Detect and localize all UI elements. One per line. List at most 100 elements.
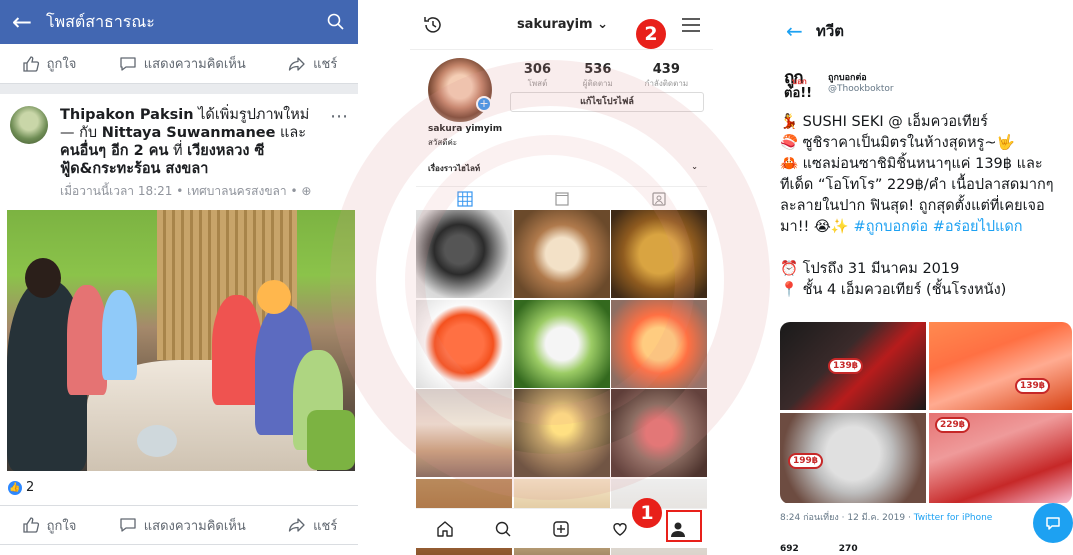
stat-posts[interactable]: 306 โพสต์ (524, 62, 551, 90)
like-button[interactable]: ถูกใจ (21, 515, 77, 536)
profile-stats: 306 โพสต์ 536 ผู้ติดตาม 439 กำลังติดตาม (508, 62, 704, 90)
like-label: ถูกใจ (46, 518, 77, 534)
stat-label: กำลังติดตาม (644, 79, 689, 88)
promo-line: ⏰ โปรถึง 31 มีนาคม 2019 (780, 261, 960, 277)
tweet-counts: 692 270 (780, 544, 858, 554)
price-tag: 229฿ (935, 417, 971, 433)
post-photo[interactable] (7, 210, 355, 471)
like-reaction-icon: 👍 (8, 480, 22, 495)
share-label: แชร์ (313, 57, 338, 72)
stat-label: โพสต์ (527, 79, 548, 88)
grid-photo[interactable] (611, 299, 707, 388)
like-button[interactable]: ถูกใจ (21, 53, 76, 74)
grid-photo[interactable] (416, 210, 512, 298)
chat-bubble-icon (1046, 517, 1060, 530)
tweet-image[interactable]: 229฿ (929, 413, 1072, 503)
price-tag: 139฿ (1015, 378, 1051, 394)
profile-tabs (416, 186, 707, 210)
username: sakurayim (516, 17, 593, 32)
grid-photo[interactable] (611, 210, 707, 298)
tweet-timestamp: 8:24 ก่อนเที่ยง · 12 มี.ค. 2019 · Twitte… (780, 510, 992, 524)
comment-label: แสดงความคิดเห็น (143, 57, 246, 72)
tagged-photos-icon[interactable] (651, 191, 667, 207)
profile-avatar[interactable] (428, 58, 492, 122)
section-divider (0, 84, 358, 94)
comment-button[interactable]: แสดงความคิดเห็น (118, 53, 246, 74)
stat-value: 439 (652, 62, 680, 77)
reaction-summary[interactable]: 👍 2 (8, 480, 34, 495)
grid-photo[interactable] (513, 299, 610, 388)
tweet-line: 🦀 แซลม่อนซาชิมิชิ้นหนาๆแค่ 139฿ และทีเด็… (780, 154, 1063, 238)
like-count[interactable]: 270 (839, 544, 858, 554)
search-icon[interactable] (494, 520, 512, 538)
share-icon (288, 518, 305, 532)
logo-text: ต่อ!! (784, 86, 813, 101)
page-title: โพสต์สาธารณะ (46, 11, 155, 31)
feed-view-icon[interactable] (554, 191, 570, 207)
grid-view-icon[interactable] (456, 190, 473, 207)
add-story-icon[interactable]: + (476, 96, 492, 112)
grid-photo[interactable] (513, 210, 610, 298)
profile-bio: สวัสดีค่ะ (428, 138, 458, 147)
new-post-icon[interactable] (552, 520, 570, 538)
stat-followers[interactable]: 536 ผู้ติดตาม (583, 62, 613, 90)
comment-label: แสดงความคิดเห็น (143, 518, 246, 534)
instagram-top-bar: sakurayim ⌄ (410, 0, 713, 50)
screenshot-root: ← โพสต์สาธารณะ ถูกใจ แสดงความคิดเห็น แชร… (0, 0, 1073, 555)
comment-icon (120, 56, 136, 71)
twitter-top-bar: ← ทวีต (770, 0, 1073, 62)
display-name: sakura yimyim (428, 124, 503, 134)
photo-kettle (137, 425, 177, 457)
heart-icon[interactable] (611, 520, 629, 538)
at-text: ที่ (168, 143, 188, 159)
hashtag-link[interactable]: #อร่อยไปแดก (933, 219, 1023, 235)
back-arrow-icon[interactable]: ← (786, 19, 816, 43)
post-meta: Thipakon Paksin ได้เพิ่มรูปภาพใหม่ — กับ… (60, 106, 328, 201)
comment-icon (120, 518, 136, 532)
retweet-count[interactable]: 692 (780, 544, 799, 554)
timestamp-text: 8:24 ก่อนเที่ยง · 12 มี.ค. 2019 · (780, 513, 914, 523)
home-icon[interactable] (436, 520, 454, 538)
tweet-image[interactable]: 139฿ (929, 322, 1072, 410)
photo-person (67, 285, 107, 395)
tagged-person[interactable]: Nittaya Suwanmanee (102, 125, 276, 141)
story-highlights-row[interactable]: เรื่องราวไฮไลท์ ⌄ (428, 162, 698, 175)
tweet-author[interactable]: ถูก บอก ต่อ!! ถูกบอกต่อ @Thookboktor (770, 62, 1073, 102)
facebook-top-bar: ← โพสต์สาธารณะ (0, 0, 358, 44)
grid-photo[interactable] (416, 389, 512, 477)
photo-person (102, 290, 137, 380)
thumbs-up-icon (23, 517, 39, 533)
stat-value: 306 (523, 62, 552, 77)
user-handle: @Thookboktor (828, 84, 894, 94)
tweet-line: 🍣 ซูชิราคาเป็นมิตรในห้างสุดหรู~🤟 (780, 135, 1015, 151)
compose-reply-button[interactable] (1033, 503, 1073, 543)
grid-photo[interactable] (611, 389, 707, 477)
search-icon[interactable] (326, 12, 346, 32)
grid-photo[interactable] (513, 389, 610, 477)
hamburger-menu-icon[interactable] (681, 17, 701, 33)
step-badge-1: 1 (632, 498, 662, 528)
photo-person-head (257, 280, 291, 314)
edit-profile-button[interactable]: แก้ไขโปรไฟล์ (510, 92, 704, 112)
history-icon[interactable] (422, 14, 444, 36)
share-label: แชร์ (313, 518, 338, 534)
grid-photo[interactable] (416, 299, 512, 388)
tweet-image[interactable]: 199฿ (780, 413, 926, 503)
action-bar-top: ถูกใจ แสดงความคิดเห็น แชร์ (0, 44, 358, 84)
more-options-icon[interactable]: ⋯ (328, 106, 348, 201)
tagged-others[interactable]: คนอื่นๆ อีก 2 คน (60, 143, 168, 159)
stat-following[interactable]: 439 กำลังติดตาม (645, 62, 689, 90)
author-avatar[interactable] (10, 106, 48, 144)
comment-button[interactable]: แสดงความคิดเห็น (118, 515, 246, 536)
share-button[interactable]: แชร์ (287, 53, 337, 74)
photo-child-chair (307, 410, 355, 470)
share-button[interactable]: แชร์ (287, 515, 337, 536)
photo-grid (416, 210, 707, 555)
post-headline: Thipakon Paksin ได้เพิ่มรูปภาพใหม่ — กับ… (60, 106, 328, 178)
client-link[interactable]: Twitter for iPhone (914, 513, 993, 523)
author-avatar[interactable]: ถูก บอก ต่อ!! (782, 64, 820, 101)
back-arrow-icon[interactable]: ← (12, 8, 46, 36)
tweet-image[interactable]: 139฿ (780, 322, 926, 410)
author-name[interactable]: Thipakon Paksin (60, 107, 194, 123)
hashtag-link[interactable]: #ถูกบอกต่อ (854, 219, 929, 235)
